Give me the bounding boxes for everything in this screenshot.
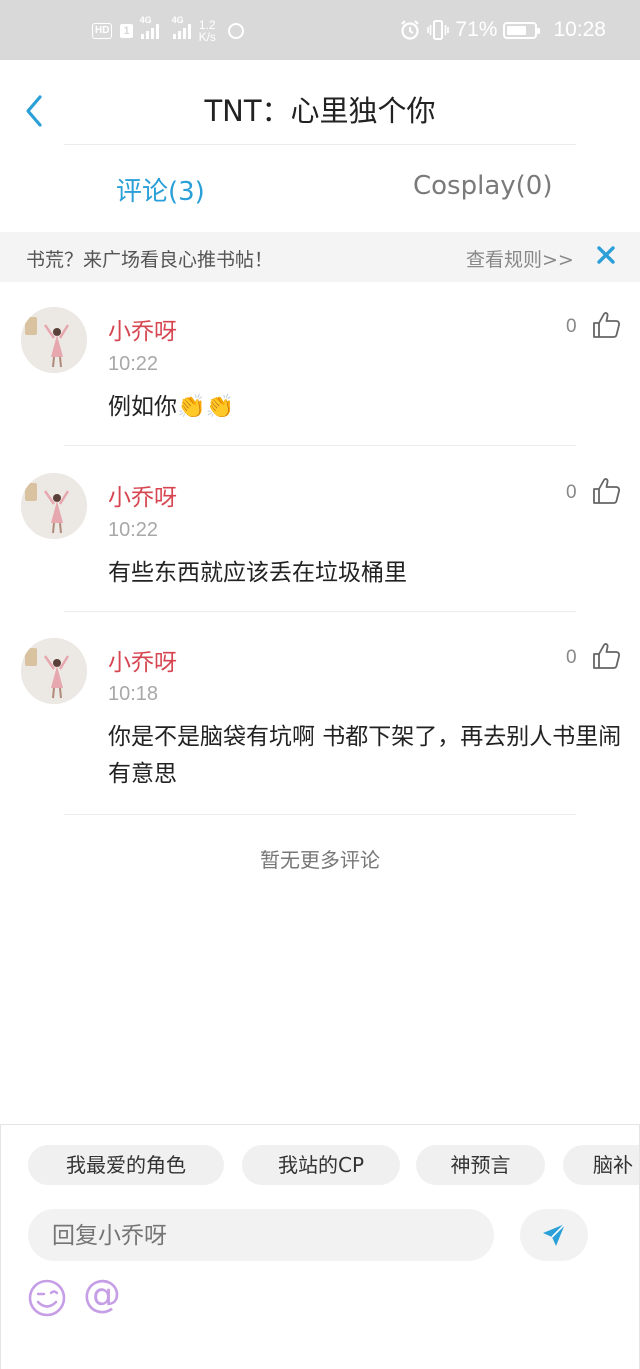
like-count: 0 — [566, 482, 577, 503]
thumbs-up-icon[interactable] — [592, 476, 622, 506]
header-divider — [64, 144, 576, 145]
clock: 10:28 — [553, 18, 606, 41]
comment-divider — [64, 445, 576, 446]
sim-slot-badge: 1 — [120, 24, 133, 38]
network-type-label: 4G — [171, 15, 184, 25]
status-left-group: HD 1 4G 4G 1.2 K/s — [92, 15, 244, 44]
battery-percent: 71% — [455, 18, 498, 41]
send-icon — [543, 1223, 566, 1246]
status-bar: HD 1 4G 4G 1.2 K/s 71% 10:28 — [0, 0, 640, 60]
topic-chip[interactable]: 脑补 — [563, 1145, 639, 1185]
emoji-icon[interactable] — [27, 1278, 67, 1318]
avatar[interactable] — [21, 473, 87, 539]
battery-icon — [503, 21, 541, 39]
thumbs-up-icon[interactable] — [592, 641, 622, 671]
signal-icon: 4G — [172, 15, 191, 39]
tab-cosplay[interactable]: Cosplay(0) — [413, 171, 552, 201]
comment-text: 你是不是脑袋有坑啊 书都下架了，再去别人书里闹 有意思 — [108, 724, 622, 787]
banner-text[interactable]: 书荒？来广场看良心推书帖！ — [26, 245, 273, 272]
topic-chip[interactable]: 神预言 — [416, 1145, 545, 1185]
thumbs-up-icon[interactable] — [592, 310, 622, 340]
page-title: TNT：心里独个你 — [204, 94, 436, 128]
avatar[interactable] — [21, 638, 87, 704]
status-right-group: 71% 10:28 — [399, 16, 606, 44]
comment-time: 10:18 — [108, 683, 159, 705]
like-count: 0 — [566, 316, 577, 337]
top-nav-bar: TNT：心里独个你 — [0, 60, 640, 146]
signal-icon: 4G — [140, 15, 159, 39]
view-rules-link[interactable]: 查看规则>> — [466, 245, 574, 272]
loading-ring-icon — [227, 23, 244, 39]
comment-text: 例如你👏👏 — [108, 394, 235, 420]
avatar[interactable] — [21, 307, 87, 373]
close-icon[interactable] — [594, 243, 618, 267]
tab-comments[interactable]: 评论(3) — [116, 171, 205, 208]
comment-time: 10:22 — [108, 519, 159, 541]
network-speed: 1.2 K/s — [199, 19, 216, 43]
network-type-label: 4G — [139, 15, 152, 25]
alarm-icon — [401, 20, 420, 40]
topic-chip[interactable]: 我最爱的角色 — [28, 1145, 224, 1185]
comment-username[interactable]: 小乔呀 — [108, 643, 177, 677]
like-count: 0 — [566, 647, 577, 668]
comment-divider — [64, 611, 576, 612]
battery-fill — [507, 25, 526, 35]
reply-panel: 我最爱的角色 我站的CP 神预言 脑补 @ — [0, 1124, 640, 1369]
comment-username[interactable]: 小乔呀 — [108, 312, 177, 346]
network-speed-unit: K/s — [198, 30, 216, 44]
comment-username[interactable]: 小乔呀 — [108, 478, 177, 512]
topic-chip[interactable]: 我站的CP — [242, 1145, 400, 1185]
tab-bar: 评论(3) Cosplay(0) — [0, 147, 640, 231]
no-more-comments: 暂无更多评论 — [260, 848, 380, 872]
send-button[interactable] — [520, 1209, 588, 1261]
promo-banner: 书荒？来广场看良心推书帖！ 查看规则>> — [0, 232, 640, 282]
reply-input[interactable] — [28, 1209, 494, 1261]
at-icon[interactable]: @ — [83, 1271, 121, 1317]
comment-time: 10:22 — [108, 353, 159, 375]
comment-divider — [64, 814, 576, 815]
vibrate-icon — [427, 20, 450, 40]
comment-text: 有些东西就应该丢在垃圾桶里 — [108, 560, 407, 586]
hd-badge: HD — [92, 23, 113, 39]
